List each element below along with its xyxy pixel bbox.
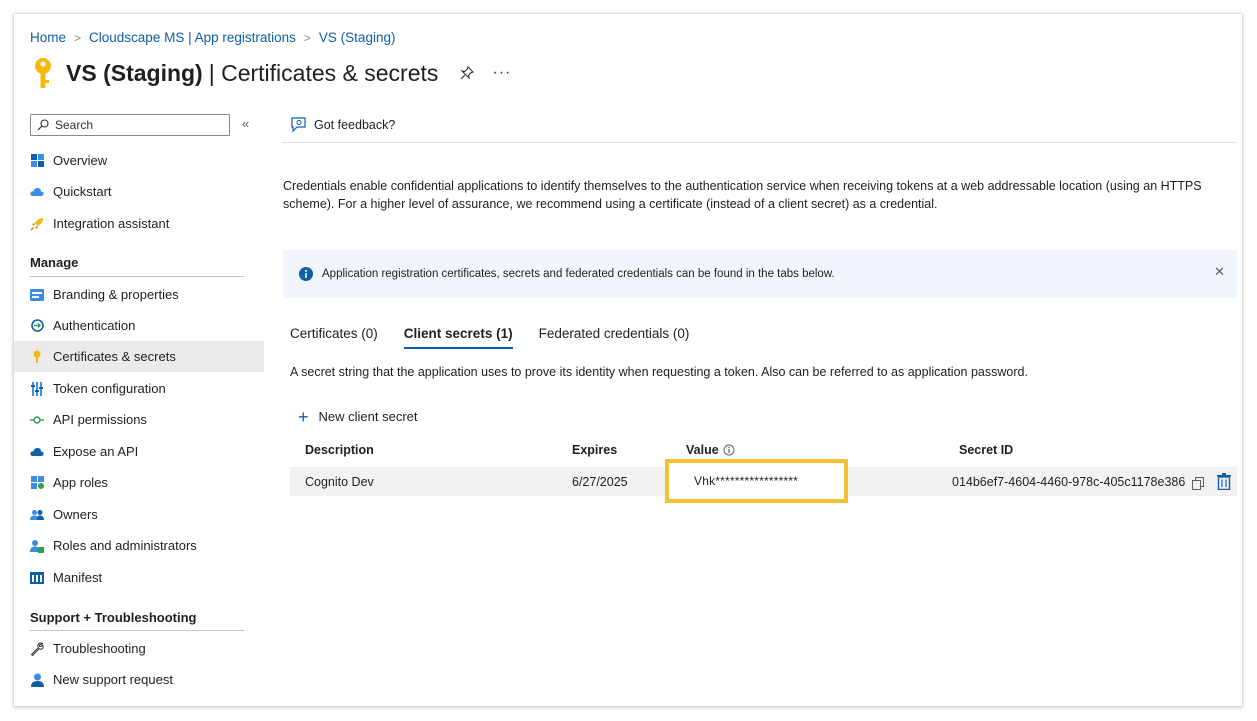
- token-icon: [30, 381, 44, 396]
- sidebar-item-certificates-secrets[interactable]: Certificates & secrets: [14, 341, 264, 372]
- sidebar-item-label: Roles and administrators: [53, 538, 197, 553]
- api-permissions-icon: [30, 413, 44, 427]
- sidebar-item-owners[interactable]: Owners: [14, 499, 264, 530]
- close-icon[interactable]: ✕: [1214, 264, 1225, 280]
- authentication-icon: [30, 319, 44, 333]
- plus-icon: +: [298, 406, 309, 427]
- column-header-description: Description: [305, 443, 374, 457]
- cell-secret-id: 014b6ef7-4604-4460-978c-405c1178e386: [952, 475, 1186, 489]
- sidebar-item-authentication[interactable]: Authentication: [14, 310, 264, 341]
- cloud-api-icon: [30, 445, 44, 459]
- new-client-secret-button[interactable]: + New client secret: [298, 406, 418, 427]
- pin-icon[interactable]: [460, 66, 475, 80]
- page-title: VS (Staging): [66, 59, 203, 86]
- sidebar-item-api-permissions[interactable]: API permissions: [14, 404, 264, 435]
- column-header-value-wrap: Value: [686, 443, 735, 457]
- collapse-sidebar-icon[interactable]: «: [242, 116, 249, 131]
- app-roles-icon: [30, 476, 44, 490]
- tab-federated-credentials[interactable]: Federated credentials (0): [539, 326, 690, 349]
- tab-certificates[interactable]: Certificates (0): [290, 326, 378, 349]
- sidebar-divider: [30, 276, 244, 277]
- portal-window: Home > Cloudscape MS | App registrations…: [14, 14, 1242, 706]
- sidebar-item-label: Troubleshooting: [53, 641, 146, 656]
- sidebar-item-label: Integration assistant: [53, 216, 170, 231]
- sidebar-item-quickstart[interactable]: Quickstart: [14, 176, 264, 207]
- page-title-row: VS (Staging) | Certificates & secrets ··…: [30, 56, 511, 90]
- sidebar-item-roles-administrators[interactable]: Roles and administrators: [14, 530, 264, 561]
- credentials-tabs: Certificates (0) Client secrets (1) Fede…: [290, 326, 715, 349]
- feedback-icon: [291, 117, 306, 133]
- sidebar-search[interactable]: [30, 114, 230, 136]
- sidebar-item-label: App roles: [53, 475, 108, 490]
- sidebar-item-new-support-request[interactable]: New support request: [14, 664, 264, 695]
- got-feedback-button[interactable]: Got feedback?: [290, 116, 395, 133]
- search-icon: [37, 119, 49, 131]
- sidebar-item-expose-api[interactable]: Expose an API: [14, 436, 264, 467]
- column-header-expires: Expires: [572, 443, 618, 457]
- breadcrumb-app-registrations[interactable]: Cloudscape MS | App registrations: [89, 30, 296, 45]
- copy-icon[interactable]: [1192, 477, 1204, 490]
- rocket-icon: [30, 217, 44, 231]
- sidebar-section-manage: Manage: [30, 255, 79, 270]
- column-header-value: Value: [686, 443, 719, 457]
- sidebar-divider: [30, 630, 244, 631]
- toolbar-divider: [282, 142, 1237, 143]
- sidebar-item-overview[interactable]: Overview: [14, 145, 264, 176]
- breadcrumb-separator-icon: >: [303, 30, 311, 45]
- info-icon: [299, 267, 313, 281]
- info-banner: Application registration certificates, s…: [283, 250, 1237, 298]
- delete-icon[interactable]: [1217, 473, 1231, 490]
- sidebar-item-token-configuration[interactable]: Token configuration: [14, 373, 264, 404]
- manifest-icon: [30, 571, 44, 585]
- sidebar-item-label: Branding & properties: [53, 287, 179, 302]
- cell-description: Cognito Dev: [305, 475, 374, 489]
- sidebar-section-support: Support + Troubleshooting: [30, 610, 197, 625]
- breadcrumb-home[interactable]: Home: [30, 30, 66, 45]
- breadcrumb-app[interactable]: VS (Staging): [319, 30, 396, 45]
- branding-icon: [30, 288, 44, 302]
- feedback-label: Got feedback?: [314, 117, 396, 132]
- sidebar-item-label: Owners: [53, 507, 98, 522]
- tab-client-secrets[interactable]: Client secrets (1): [403, 326, 513, 349]
- sidebar-item-branding[interactable]: Branding & properties: [14, 279, 264, 310]
- key-icon: [30, 350, 44, 364]
- grid-icon: [30, 154, 44, 168]
- sidebar-item-label: Quickstart: [53, 184, 112, 199]
- breadcrumb: Home > Cloudscape MS | App registrations…: [30, 30, 395, 45]
- client-secret-description: A secret string that the application use…: [290, 365, 1028, 379]
- column-header-secret-id: Secret ID: [959, 443, 1014, 457]
- roles-icon: [30, 539, 44, 553]
- sidebar-item-manifest[interactable]: Manifest: [14, 562, 264, 593]
- sidebar-item-label: New support request: [53, 672, 173, 687]
- key-icon: [35, 58, 51, 88]
- breadcrumb-separator-icon: >: [74, 30, 82, 45]
- cell-value: Vhk*****************: [694, 474, 799, 488]
- new-client-secret-label: New client secret: [318, 409, 418, 424]
- sidebar-item-label: Certificates & secrets: [53, 349, 176, 364]
- sidebar-item-integration-assistant[interactable]: Integration assistant: [14, 208, 264, 239]
- sidebar-item-app-roles[interactable]: App roles: [14, 467, 264, 498]
- credentials-description: Credentials enable confidential applicat…: [283, 179, 1202, 211]
- sidebar-item-label: Manifest: [53, 570, 103, 585]
- more-options-icon[interactable]: ···: [492, 64, 511, 82]
- sidebar-item-label: API permissions: [53, 412, 147, 427]
- support-icon: [30, 673, 44, 687]
- sidebar-search-input[interactable]: [55, 118, 215, 132]
- sidebar-item-label: Authentication: [53, 318, 136, 333]
- sidebar-item-label: Token configuration: [53, 381, 166, 396]
- sidebar-item-label: Expose an API: [53, 444, 139, 459]
- info-banner-text: Application registration certificates, s…: [322, 268, 835, 280]
- cloud-icon: [30, 185, 44, 199]
- owners-icon: [30, 508, 44, 522]
- sidebar-item-label: Overview: [53, 153, 108, 168]
- wrench-icon: [30, 642, 44, 656]
- page-subtitle: | Certificates & secrets: [208, 59, 439, 86]
- info-outline-icon[interactable]: [723, 444, 735, 456]
- sidebar-item-troubleshooting[interactable]: Troubleshooting: [14, 633, 264, 664]
- cell-expires: 6/27/2025: [572, 475, 628, 489]
